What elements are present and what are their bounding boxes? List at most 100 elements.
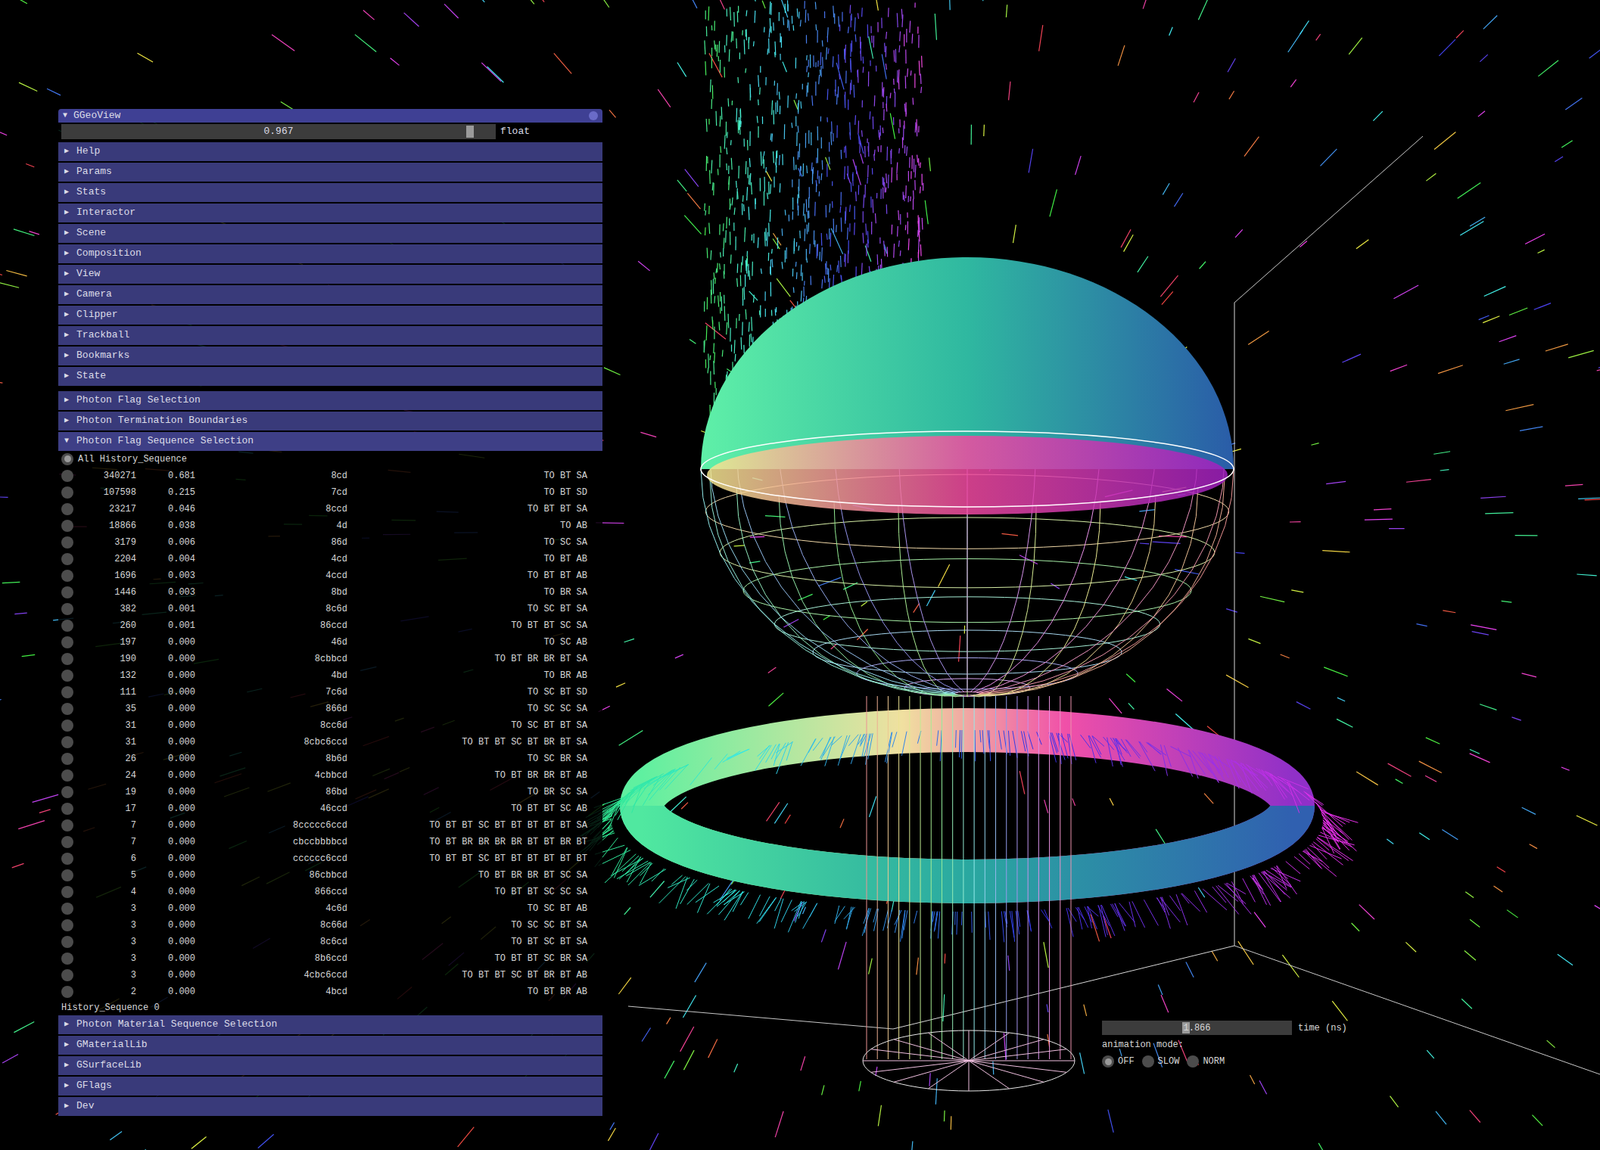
sequence-row[interactable]: 40.000866ccdTO BT BT SC SC SA xyxy=(58,884,603,901)
radio-button[interactable] xyxy=(61,653,74,666)
radio-button[interactable] xyxy=(61,719,74,732)
radio-button[interactable] xyxy=(61,902,74,916)
close-icon[interactable] xyxy=(588,111,598,121)
section-header[interactable]: ▶GFlags xyxy=(58,1077,603,1096)
collapse-arrow[interactable]: ▶ xyxy=(64,417,69,425)
collapse-arrow[interactable]: ▶ xyxy=(64,1021,69,1029)
sequence-row[interactable]: 310.0008cc6dTO SC BT BT SA xyxy=(58,717,603,735)
sequence-row[interactable]: 1110.0007c6dTO SC BT SD xyxy=(58,684,603,701)
panel-title-bar[interactable]: ▼GGeoView xyxy=(58,108,603,123)
sequence-row[interactable]: 70.000cbccbbbbcdTO BT BR BR BR BR BT BT … xyxy=(58,834,603,851)
collapse-arrow[interactable]: ▶ xyxy=(64,168,69,176)
all-sequence-option[interactable]: All History_Sequence xyxy=(58,451,603,468)
sequence-row[interactable]: 30.0008c6cdTO BT SC BT SA xyxy=(58,933,603,951)
radio-button[interactable] xyxy=(61,569,74,583)
sequence-row[interactable]: 31790.00686dTO SC SA xyxy=(58,534,603,551)
collapse-arrow[interactable]: ▶ xyxy=(64,311,69,319)
section-header[interactable]: ▶Stats xyxy=(58,183,603,203)
sequence-row[interactable]: 30.0008b6ccdTO BT BT SC BR SA xyxy=(58,950,603,968)
radio-button[interactable] xyxy=(61,969,74,982)
radio-button[interactable] xyxy=(61,936,74,949)
radio-button[interactable] xyxy=(61,553,74,566)
sequence-row[interactable]: 30.0008c66dTO SC SC BT SA xyxy=(58,917,603,934)
section-header[interactable]: ▶GSurfaceLib xyxy=(58,1056,603,1076)
radio-button[interactable] xyxy=(61,852,74,866)
collapse-arrow[interactable]: ▶ xyxy=(64,188,69,197)
animation-mode-option[interactable]: SLOW xyxy=(1142,1055,1180,1069)
sequence-row[interactable]: 50.00086cbbcdTO BT BR BR BT SC SA xyxy=(58,867,603,885)
radio-button[interactable] xyxy=(1186,1055,1199,1068)
radio-button[interactable] xyxy=(61,869,74,882)
section-header[interactable]: ▶Camera xyxy=(58,285,603,305)
collapse-arrow[interactable]: ▶ xyxy=(64,351,69,360)
animation-mode-option[interactable]: NORM xyxy=(1186,1055,1225,1069)
radio-button[interactable] xyxy=(61,986,74,999)
collapse-arrow[interactable]: ▶ xyxy=(64,1102,69,1111)
radio-button[interactable] xyxy=(61,952,74,965)
sequence-row[interactable]: 1900.0008cbbcdTO BT BR BR BT SA xyxy=(58,650,603,668)
ggeoview-panel[interactable]: ▼GGeoView0.967float▶Help▶Params▶Stats▶In… xyxy=(58,108,603,1117)
radio-button[interactable] xyxy=(61,619,74,632)
sequence-row[interactable]: 3402710.6818cdTO BT SA xyxy=(58,467,603,485)
radio-button[interactable] xyxy=(61,836,74,849)
collapse-arrow[interactable]: ▶ xyxy=(64,396,69,405)
sequence-row[interactable]: 188660.0384dTO AB xyxy=(58,517,603,535)
radio-button[interactable] xyxy=(61,586,74,599)
radio-button[interactable] xyxy=(61,486,74,499)
section-header[interactable]: ▶Composition xyxy=(58,244,603,264)
radio-button[interactable] xyxy=(61,536,74,549)
radio-button[interactable] xyxy=(61,919,74,932)
radio-button[interactable] xyxy=(61,769,74,782)
section-header[interactable]: ▶View xyxy=(58,264,603,284)
sequence-row[interactable]: 20.0004bcdTO BT BR AB xyxy=(58,983,603,1001)
sequence-row[interactable]: 232170.0468ccdTO BT BT SA xyxy=(58,501,603,518)
collapse-arrow[interactable]: ▶ xyxy=(64,331,69,340)
slider-handle[interactable] xyxy=(466,125,474,138)
collapse-arrow[interactable]: ▶ xyxy=(64,249,69,258)
sequence-row[interactable]: 350.000866dTO SC SC SA xyxy=(58,700,603,718)
collapse-arrow[interactable]: ▶ xyxy=(64,372,69,380)
section-header[interactable]: ▶Photon Material Sequence Selection xyxy=(58,1015,603,1035)
collapse-arrow[interactable]: ▶ xyxy=(64,147,69,156)
sequence-row[interactable]: 260.0008b6dTO SC BR SA xyxy=(58,750,603,768)
sequence-row[interactable]: 1320.0004bdTO BR AB xyxy=(58,667,603,685)
collapse-arrow[interactable]: ▶ xyxy=(64,270,69,278)
sequence-row[interactable]: 190.00086bdTO BR SC SA xyxy=(58,784,603,801)
float-slider[interactable]: 0.967 xyxy=(61,124,496,140)
sequence-row[interactable]: 16960.0034ccdTO BT BT AB xyxy=(58,567,603,585)
section-header[interactable]: ▶Scene xyxy=(58,224,603,243)
radio-button[interactable] xyxy=(61,636,74,649)
collapse-arrow[interactable]: ▶ xyxy=(64,208,69,217)
radio-button[interactable] xyxy=(61,519,74,533)
section-header[interactable]: ▶Help xyxy=(58,142,603,162)
section-header[interactable]: ▶Dev xyxy=(58,1097,603,1117)
collapse-arrow[interactable]: ▶ xyxy=(64,1041,69,1050)
collapse-arrow[interactable]: ▶ xyxy=(64,229,69,237)
collapse-arrow[interactable]: ▶ xyxy=(64,290,69,299)
radio-button[interactable] xyxy=(61,453,74,466)
radio-button[interactable] xyxy=(61,819,74,832)
collapse-arrow[interactable]: ▶ xyxy=(64,1061,69,1070)
section-header[interactable]: ▶Clipper xyxy=(58,305,603,325)
sequence-row[interactable]: 60.000cccccc6ccdTO BT BT SC BT BT BT BT … xyxy=(58,850,603,868)
section-header[interactable]: ▶Photon Flag Selection xyxy=(58,391,603,411)
section-header[interactable]: ▶Params xyxy=(58,162,603,182)
radio-button[interactable] xyxy=(61,603,74,616)
sequence-row[interactable]: 22040.0044cdTO BT AB xyxy=(58,550,603,568)
radio-button[interactable] xyxy=(1101,1055,1115,1068)
radio-button[interactable] xyxy=(61,886,74,899)
sequence-row[interactable]: 14460.0038bdTO BR SA xyxy=(58,584,603,601)
sequence-row[interactable]: 170.00046ccdTO BT BT SC AB xyxy=(58,800,603,818)
radio-button[interactable] xyxy=(61,786,74,799)
sequence-row[interactable]: 70.0008ccccc6ccdTO BT BT SC BT BT BT BT … xyxy=(58,817,603,835)
section-header[interactable]: ▶State xyxy=(58,367,603,386)
radio-button[interactable] xyxy=(61,753,74,766)
time-slider[interactable]: 1.866 xyxy=(1101,1021,1292,1036)
section-header[interactable]: ▶GMaterialLib xyxy=(58,1036,603,1056)
radio-button[interactable] xyxy=(61,803,74,816)
sequence-row[interactable]: 30.0004c6dTO SC BT AB xyxy=(58,900,603,918)
radio-button[interactable] xyxy=(1142,1055,1155,1068)
sequence-row[interactable]: 30.0004cbc6ccdTO BT BT SC BT BR BT AB xyxy=(58,967,603,984)
sequence-row[interactable]: 2600.00186ccdTO BT BT SC SA xyxy=(58,617,603,635)
radio-button[interactable] xyxy=(61,503,74,516)
